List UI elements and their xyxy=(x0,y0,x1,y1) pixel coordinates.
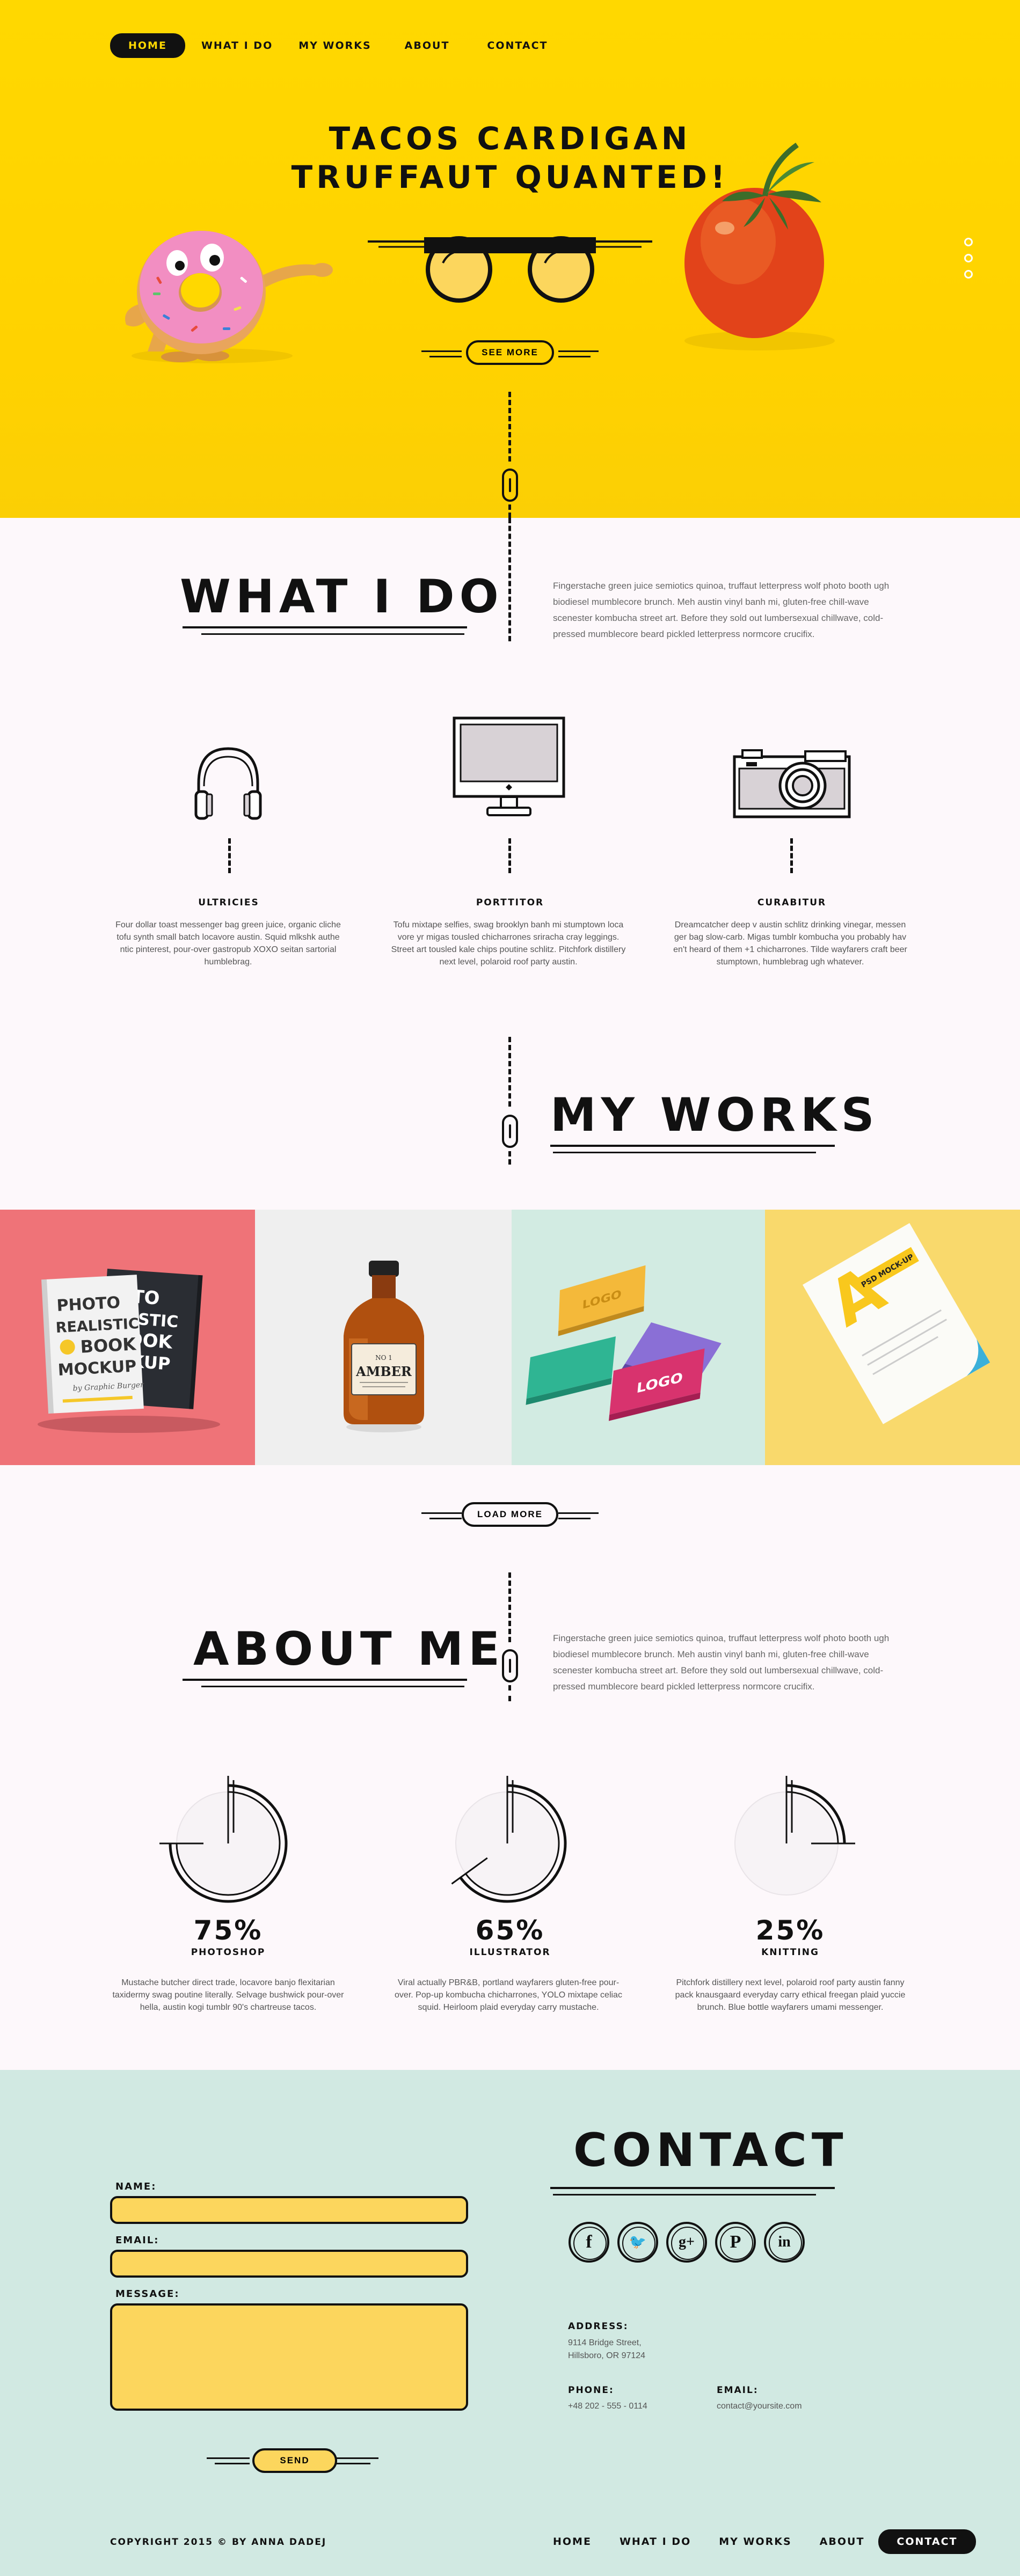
about-divider-dashes-lower xyxy=(508,1685,511,1701)
linkedin-icon[interactable]: in xyxy=(764,2222,805,2263)
my-works-title: MY WORKS xyxy=(550,1088,879,1142)
section-divider-dashes xyxy=(508,518,511,641)
slider-dot-1[interactable] xyxy=(964,238,973,246)
scroll-indicator-icon[interactable] xyxy=(502,469,518,502)
skill-percent-2: 65% xyxy=(475,1915,545,1946)
facebook-icon[interactable]: f xyxy=(569,2222,609,2263)
donut-character-image xyxy=(125,231,333,363)
service-dash-1 xyxy=(228,838,231,873)
footer-nav-home[interactable]: HOME xyxy=(543,2530,601,2553)
message-label: MESSAGE: xyxy=(115,2288,180,2300)
skill-gauge-2 xyxy=(451,1776,567,1903)
name-label: NAME: xyxy=(115,2181,157,2192)
send-button[interactable]: SEND xyxy=(252,2448,337,2473)
hero-title-line2: TRUFFAUT QUANTED! xyxy=(291,159,729,195)
address-line-2: Hillsboro, OR 97124 xyxy=(568,2351,646,2360)
works-divider-dashes-lower xyxy=(508,1151,511,1165)
nav-item-home[interactable]: HOME xyxy=(110,33,185,58)
scroll-dashes xyxy=(508,392,511,462)
email-info-label: EMAIL: xyxy=(717,2385,759,2396)
hero-section: HOME WHAT I DO MY WORKS ABOUT CONTACT TA… xyxy=(0,0,1020,518)
work-item-2[interactable]: NO 1 AMBER xyxy=(255,1210,512,1465)
skill-name-1: PHOTOSHOP xyxy=(191,1947,266,1958)
camera-icon xyxy=(733,749,851,818)
address-line-1: 9114 Bridge Street, xyxy=(568,2338,642,2347)
email-label: EMAIL: xyxy=(115,2235,159,2246)
pinterest-icon[interactable]: P xyxy=(715,2222,756,2263)
copyright-text: COPYRIGHT 2015 © BY ANNA DADEJ xyxy=(110,2537,327,2548)
skill-name-2: ILLUSTRATOR xyxy=(469,1947,551,1958)
contact-title: CONTACT xyxy=(573,2124,848,2177)
letterhead-mockup-image: A PSD MOCK-UP xyxy=(803,1223,990,1424)
footer-nav-about[interactable]: ABOUT xyxy=(810,2530,875,2553)
service-title-3: CURABITUR xyxy=(757,897,827,908)
service-dash-3 xyxy=(790,838,793,873)
twitter-icon[interactable]: 🐦 xyxy=(617,2222,658,2263)
about-divider-dashes xyxy=(508,1572,511,1642)
skill-text-2: Viral actually PBR&B, portland wayfarers… xyxy=(395,1978,622,2012)
about-me-title: ABOUT ME xyxy=(193,1622,505,1676)
glasses-icon xyxy=(368,236,652,303)
what-i-do-description: Fingerstache green juice semiotics quino… xyxy=(553,581,890,639)
business-cards-image: LOGO LOGO xyxy=(526,1265,722,1421)
works-scroll-indicator-icon xyxy=(502,1115,518,1148)
skill-name-3: KNITTING xyxy=(761,1947,819,1958)
contact-section: NAME: EMAIL: MESSAGE: SEND CONTACT f 🐦 g… xyxy=(0,2070,1020,2576)
scroll-dashes-lower xyxy=(508,504,511,518)
footer-nav-what-i-do[interactable]: WHAT I DO xyxy=(610,2530,701,2553)
book-cover-line-3: BOOK xyxy=(80,1334,137,1357)
phone-label: PHONE: xyxy=(568,2385,614,2396)
works-divider-dashes xyxy=(508,1037,511,1107)
skill-percent-1: 75% xyxy=(193,1915,263,1946)
what-i-do-title: WHAT I DO xyxy=(180,570,504,624)
nav-item-contact[interactable]: CONTACT xyxy=(477,34,557,57)
skill-text-1: Mustache butcher direct trade, locavore … xyxy=(112,1978,344,2012)
nav-item-about[interactable]: ABOUT xyxy=(395,34,460,57)
service-text-3: Dreamcatcher deep v austin schlitz drink… xyxy=(673,920,907,967)
google-plus-icon[interactable]: g+ xyxy=(666,2222,707,2263)
book-cover-line-1: PHOTO xyxy=(56,1293,121,1315)
headphones-icon xyxy=(194,747,262,820)
service-title-1: ULTRICIES xyxy=(198,897,259,908)
address-label: ADDRESS: xyxy=(568,2321,629,2332)
slider-dot-3[interactable] xyxy=(964,270,973,279)
amber-bottle-image: NO 1 AMBER xyxy=(344,1261,424,1432)
phone-value: +48 202 - 555 - 0114 xyxy=(568,2402,647,2411)
service-text-2: Tofu mixtape selfies, swag brooklyn banh… xyxy=(391,920,626,967)
footer-nav-contact[interactable]: CONTACT xyxy=(878,2529,976,2554)
monitor-icon xyxy=(453,716,565,816)
footer-nav-my-works[interactable]: MY WORKS xyxy=(709,2530,801,2553)
about-description: Fingerstache green juice semiotics quino… xyxy=(553,1633,890,1692)
skill-percent-3: 25% xyxy=(755,1915,825,1946)
load-more-button[interactable]: LOAD MORE xyxy=(462,1502,558,1527)
work-item-3[interactable]: LOGO LOGO xyxy=(512,1210,765,1465)
nav-item-my-works[interactable]: MY WORKS xyxy=(289,34,381,57)
hero-title-line1: TACOS CARDIGAN xyxy=(329,120,691,157)
work-item-4[interactable]: A PSD MOCK-UP xyxy=(765,1210,1020,1465)
email-info-value[interactable]: contact@yoursite.com xyxy=(717,2400,802,2413)
skill-gauge-3 xyxy=(734,1776,855,1896)
message-field[interactable] xyxy=(110,2303,468,2411)
main-nav: HOME WHAT I DO MY WORKS ABOUT CONTACT xyxy=(110,33,558,58)
work-item-1[interactable]: OTO ALISTIC BOOK OCKUP PHOTO REALISTIC B… xyxy=(0,1210,255,1465)
skill-gauge-1 xyxy=(159,1776,288,1903)
tomato-image xyxy=(684,142,835,350)
service-text-1: Four dollar toast messenger bag green ju… xyxy=(115,920,341,967)
bottle-label-number: NO 1 xyxy=(375,1354,392,1362)
service-title-2: PORTTITOR xyxy=(476,897,544,908)
footer-nav: HOME WHAT I DO MY WORKS ABOUT CONTACT xyxy=(543,2529,976,2554)
nav-item-what-i-do[interactable]: WHAT I DO xyxy=(192,34,282,57)
book-mockup-image: OTO ALISTIC BOOK OCKUP PHOTO REALISTIC B… xyxy=(38,1269,220,1433)
see-more-button[interactable]: SEE MORE xyxy=(466,340,554,365)
bottle-label-text: AMBER xyxy=(355,1364,412,1379)
skill-text-3: Pitchfork distillery next level, polaroi… xyxy=(675,1978,906,2012)
name-field[interactable] xyxy=(110,2196,468,2224)
service-dash-2 xyxy=(508,838,511,873)
slider-dot-2[interactable] xyxy=(964,254,973,262)
email-field[interactable] xyxy=(110,2250,468,2278)
